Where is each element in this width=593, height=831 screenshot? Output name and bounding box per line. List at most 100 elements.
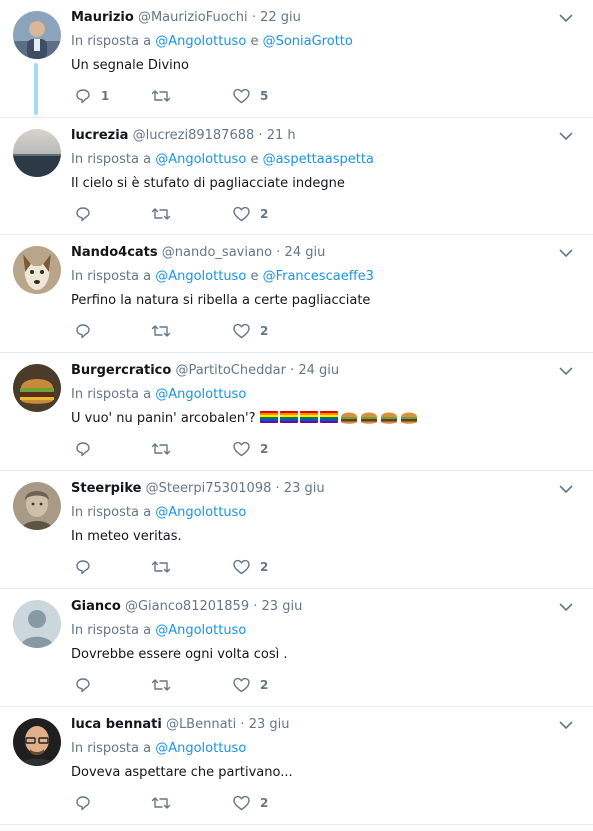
reply-icon	[76, 207, 90, 222]
avatar[interactable]	[13, 718, 61, 766]
tweet[interactable]: luca bennati @LBennati · 23 giu In rispo…	[0, 707, 593, 825]
like-button[interactable]: 2	[233, 557, 268, 577]
mention-link[interactable]: @Angolottuso	[155, 741, 246, 756]
avatar[interactable]	[13, 246, 61, 294]
tweet[interactable]: Steerpike @Steerpi75301098 · 23 giu In r…	[0, 471, 593, 589]
retweet-button[interactable]	[151, 321, 181, 341]
tweet-actions: 2	[71, 439, 331, 459]
user-handle[interactable]: @Steerpi75301098	[146, 481, 272, 496]
mention-link[interactable]: @Angolottuso	[155, 152, 246, 167]
user-name[interactable]: Nando4cats	[71, 245, 158, 260]
reply-context: In risposta a @Angolottuso	[71, 386, 246, 404]
timestamp[interactable]: 23 giu	[262, 599, 303, 614]
hamburger-emoji	[380, 412, 397, 424]
tweet-header: Steerpike @Steerpi75301098 · 23 giu	[71, 480, 553, 498]
retweet-button[interactable]	[151, 793, 181, 813]
thread-line	[34, 63, 38, 115]
timestamp[interactable]: 24 giu	[298, 363, 339, 378]
tweet-actions: 2	[71, 321, 331, 341]
tweet-actions: 2	[71, 793, 331, 813]
reply-button[interactable]	[75, 675, 101, 695]
reply-prefix: In risposta a	[71, 505, 152, 520]
retweet-button[interactable]	[151, 86, 181, 106]
reply-button[interactable]	[75, 204, 101, 224]
tweet[interactable]: Maurizio @MaurizioFuochi · 22 giu In ris…	[0, 0, 593, 118]
user-handle[interactable]: @LBennati	[166, 717, 236, 732]
retweet-button[interactable]	[151, 675, 181, 695]
reply-button[interactable]	[75, 793, 101, 813]
user-handle[interactable]: @MaurizioFuochi	[138, 10, 248, 25]
reply-icon	[76, 324, 90, 339]
tweet-header: Gianco @Gianco81201859 · 23 giu	[71, 598, 553, 616]
avatar[interactable]	[13, 364, 61, 412]
chevron-down-icon[interactable]	[559, 484, 573, 494]
user-name[interactable]: Maurizio	[71, 10, 134, 25]
reply-joiner: e	[250, 34, 259, 49]
mention-link[interactable]: @Angolottuso	[155, 34, 246, 49]
heart-icon	[233, 441, 250, 457]
chevron-down-icon[interactable]	[559, 248, 573, 258]
retweet-icon	[151, 679, 171, 691]
reply-button[interactable]	[75, 321, 101, 341]
mention-link[interactable]: @Francescaeffe3	[263, 269, 374, 284]
reply-button[interactable]	[75, 557, 101, 577]
heart-icon	[233, 206, 250, 222]
like-button[interactable]: 2	[233, 793, 268, 813]
reply-prefix: In risposta a	[71, 34, 152, 49]
user-name[interactable]: Gianco	[71, 599, 121, 614]
like-count: 2	[260, 324, 269, 338]
timestamp[interactable]: 21 h	[267, 128, 296, 143]
timestamp[interactable]: 22 giu	[260, 10, 301, 25]
mention-link[interactable]: @Angolottuso	[155, 505, 246, 520]
chevron-down-icon[interactable]	[559, 13, 573, 23]
user-name[interactable]: luca bennati	[71, 717, 162, 732]
bald-man-glasses-avatar-icon	[13, 718, 61, 766]
timestamp[interactable]: 23 giu	[284, 481, 325, 496]
chevron-down-icon[interactable]	[559, 366, 573, 376]
mention-link[interactable]: @aspettaaspetta	[263, 152, 374, 167]
chevron-down-icon[interactable]	[559, 131, 573, 141]
tweet[interactable]: Gianco @Gianco81201859 · 23 giu In rispo…	[0, 589, 593, 707]
retweet-icon	[151, 797, 171, 809]
user-handle[interactable]: @Gianco81201859	[125, 599, 249, 614]
like-button[interactable]: 2	[233, 321, 268, 341]
avatar[interactable]	[13, 600, 61, 648]
chevron-down-icon[interactable]	[559, 602, 573, 612]
avatar[interactable]	[13, 482, 61, 530]
tweet[interactable]: Burgercratico @PartitoCheddar · 24 giu I…	[0, 353, 593, 471]
user-name[interactable]: Burgercratico	[71, 363, 171, 378]
timestamp[interactable]: 23 giu	[249, 717, 290, 732]
avatar[interactable]	[13, 11, 61, 59]
user-handle[interactable]: @lucrezi89187688	[133, 128, 255, 143]
heart-icon	[233, 88, 250, 104]
reply-button[interactable]: 1	[75, 86, 109, 106]
like-button[interactable]: 2	[233, 675, 268, 695]
mention-link[interactable]: @Angolottuso	[155, 387, 246, 402]
user-name[interactable]: Steerpike	[71, 481, 142, 496]
user-name[interactable]: lucrezia	[71, 128, 128, 143]
retweet-button[interactable]	[151, 439, 181, 459]
reply-button[interactable]	[75, 439, 101, 459]
reply-icon	[76, 442, 90, 457]
retweet-button[interactable]	[151, 557, 181, 577]
heart-icon	[233, 795, 250, 811]
reply-context: In risposta a @Angolottuso e @Francescae…	[71, 268, 374, 286]
separator-dot: ·	[275, 481, 280, 496]
timestamp[interactable]: 24 giu	[285, 245, 326, 260]
chevron-down-icon[interactable]	[559, 720, 573, 730]
like-button[interactable]: 2	[233, 439, 268, 459]
like-count: 2	[260, 796, 269, 810]
like-button[interactable]: 2	[233, 204, 268, 224]
retweet-button[interactable]	[151, 204, 181, 224]
avatar[interactable]	[13, 129, 61, 177]
separator-dot: ·	[276, 245, 281, 260]
like-button[interactable]: 5	[233, 86, 268, 106]
mention-link[interactable]: @Angolottuso	[155, 623, 246, 638]
user-handle[interactable]: @nando_saviano	[162, 245, 272, 260]
tweet[interactable]: Nando4cats @nando_saviano · 24 giu In ri…	[0, 235, 593, 353]
mention-link[interactable]: @SoniaGrotto	[263, 34, 353, 49]
user-handle[interactable]: @PartitoCheddar	[175, 363, 285, 378]
mention-link[interactable]: @Angolottuso	[155, 269, 246, 284]
reply-count: 1	[101, 89, 110, 103]
tweet[interactable]: lucrezia @lucrezi89187688 · 21 h In risp…	[0, 117, 593, 235]
